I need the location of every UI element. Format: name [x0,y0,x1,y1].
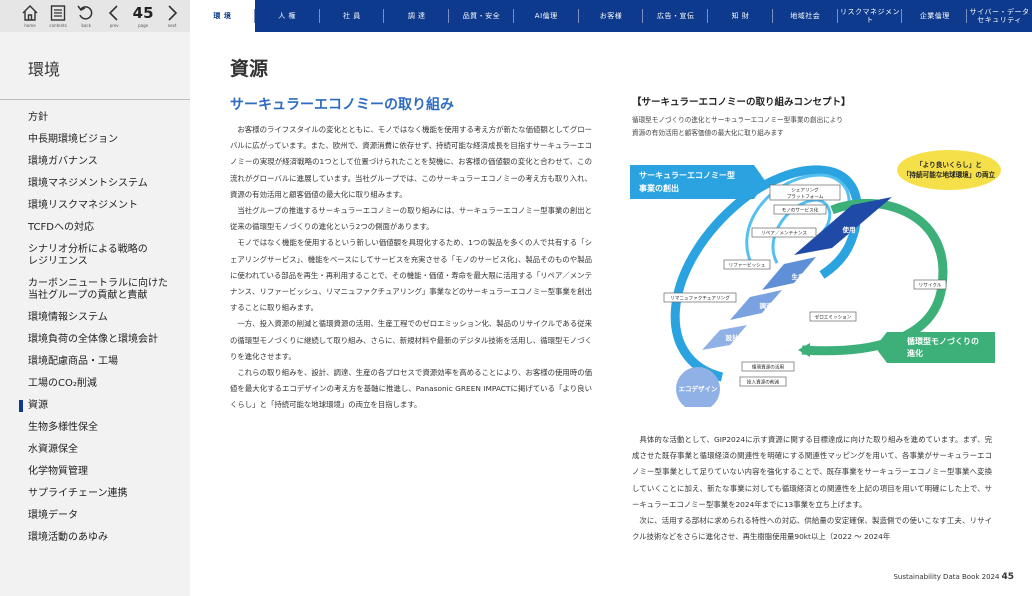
tab-6[interactable]: お客様 [579,0,644,32]
tab-3[interactable]: 調 達 [384,0,449,32]
home-button[interactable]: home [20,3,40,28]
sidebar-item[interactable]: 環境負荷の全体像と環境会計 [0,334,190,346]
footer-page: 45 [1001,572,1014,582]
tag-label: 投入資源の削減 [747,379,780,386]
sidebar-item[interactable]: サプライチェーン連携 [0,488,190,500]
sidebar-item[interactable]: 環境活動のあゆみ [0,532,190,544]
tab-12[interactable]: サイバー・データ セキュリティ [967,0,1032,32]
prev-button[interactable]: prev [104,3,124,28]
top-bar: home contents back prev 45 page next 環 境… [0,0,1032,32]
footer: Sustainability Data Book 2024 45 [893,572,1014,582]
sidebar-item[interactable]: 工場のCO₂削減 [0,378,190,390]
tab-10[interactable]: リスクマネジメント [838,0,903,32]
back-label: back [81,23,91,28]
sidebar-item[interactable]: TCFDへの対応 [0,222,190,234]
mfg-label-line1: 循環型モノづくりの [906,336,979,346]
mfg-label-line2: 進化 [907,348,923,358]
tab-9[interactable]: 地域社会 [773,0,838,32]
body-text-right: 具体的な活動として、GIP2024に示す資源に関する目標達成に向けた取り組みを進… [632,432,992,545]
back-icon [77,5,93,20]
both-bubble [897,150,1001,190]
tag-label: ゼロエミッション [815,314,852,321]
tag-label: リファービッシュ [729,262,766,269]
section-title: サーキュラーエコノミーの取り組み [230,97,454,113]
tab-11[interactable]: 企業倫理 [902,0,967,32]
sidebar-item[interactable]: 環境マネジメントシステム [0,178,190,190]
contents-button[interactable]: contents [48,3,68,28]
toolbar: home contents back prev 45 page next [0,0,190,32]
ce-label-line1: サーキュラーエコノミー型 [639,170,735,180]
page-title: 資源 [230,58,269,80]
next-label: next [167,23,177,28]
step-arrow-2 [730,290,782,320]
paragraph: モノではなく機能を使用するという新しい価値観を具現化するため、1つの製品を多くの… [230,238,592,313]
sidebar-title: 環境 [28,60,61,79]
paragraph: 次に、活用する部材に求められる特性への対応、供給量の安定確保、製造側での使いこな… [632,516,992,542]
sidebar-item[interactable]: 環境情報システム [0,312,190,324]
sidebar-item[interactable]: 環境データ [0,510,190,522]
sidebar-item[interactable]: 環境配慮商品・工場 [0,356,190,368]
tag-label: リペア／メンテナンス [761,231,807,237]
step-produce: 生産 [792,272,806,281]
next-button[interactable]: next [162,3,182,28]
tab-8[interactable]: 知 財 [708,0,773,32]
sidebar-list: 方針中長期環境ビジョン 環境ガバナンス 環境マネジメントシステム 環境リスクマネジメン… [0,100,190,544]
tag-label: モノのサービス化 [782,207,819,214]
chevron-left-icon [109,5,118,21]
body-text: お客様のライフスタイルの変化とともに、モノではなく機能を使用する考え方が新たな価… [230,122,592,414]
paragraph: 当社グループの推進するサーキュラーエコノミーの取り組みには、サーキュラーエコノミ… [230,206,592,232]
sidebar-item[interactable]: シナリオ分析による戦略の レジリエンス [0,244,190,268]
page-label: page [138,23,149,28]
sidebar-item[interactable]: 水資源保全 [0,444,190,456]
prev-label: prev [109,23,119,28]
category-tabs: 環 境人 権社 員調 達品質・安全 AI倫理 お客様 広告・宣伝知 財地域社会 リスクマ… [190,0,1032,32]
sidebar-item[interactable]: 化学物質管理 [0,466,190,478]
paragraph: これらの取り組みを、設計、調達、生産の各プロセスで資源効率を高めることにより、お… [230,368,592,410]
sidebar-item[interactable]: 資源 [0,400,190,412]
sidebar: 環境 方針中長期環境ビジョン 環境ガバナンス 環境マネジメントシステム 環境リスクマネ… [0,32,190,596]
contents-icon [50,5,66,21]
tag-label: シェアリング [791,187,819,194]
tab-0[interactable]: 環 境 [190,0,255,32]
tab-1[interactable]: 人 権 [255,0,320,32]
tag-label: リマニュファクチュアリング [670,295,730,302]
page-indicator: 45 page [132,3,154,28]
sidebar-item[interactable]: カーボンニュートラルに向けた 当社グループの貢献と責献 [0,278,190,302]
tag-label: プラットフォーム [787,194,824,200]
both-label-line2: 「持続可能な地球環境」の両立 [903,170,996,179]
tag-label: リサイクル [919,283,942,289]
footer-title: Sustainability Data Book 2024 [893,573,1000,581]
sidebar-item[interactable]: 生物多様性保全 [0,422,190,434]
step-arrow-1 [702,325,747,350]
concept-subtitle: 循環型モノづくりの進化とサーキュラーエコノミー型事業の創出により 資源の有効活用… [632,116,843,137]
back-button[interactable]: back [76,3,96,28]
paragraph: 一方、投入資源の削減と循環資源の活用、生産工程でのゼロエミッション化、製品のリサ… [230,319,592,361]
sidebar-item[interactable]: 方針 [0,112,190,124]
mfg-loop [801,198,948,356]
step-design: 設計 [726,333,740,342]
step-procure: 調達 [760,301,774,310]
tab-7[interactable]: 広告・宣伝 [643,0,708,32]
ce-label-line2: 事業の創出 [639,183,679,193]
step-use: 使用 [842,225,856,234]
contents-label: contents [49,23,67,28]
home-label: home [24,23,36,28]
tag-label: 循環資源の活用 [752,364,785,371]
step-ecodesign: エコデザイン [679,384,719,393]
chevron-right-icon [168,5,178,21]
circular-economy-diagram: サーキュラーエコノミー型 事業の創出 「より良いくらし」と 「持続可能な地球環境… [630,150,1001,407]
tab-2[interactable]: 社 員 [320,0,385,32]
paragraph: 具体的な活動として、GIP2024に示す資源に関する目標達成に向けた取り組みを進… [632,435,992,509]
both-label-line1: 「より良いくらし」と [916,160,982,169]
tab-4[interactable]: 品質・安全 [449,0,514,32]
page-number: 45 [132,4,154,22]
sidebar-item[interactable]: 中長期環境ビジョン [0,134,190,146]
home-icon [22,5,38,21]
sidebar-item[interactable]: 環境リスクマネジメント [0,200,190,212]
mfg-loop-arrowhead [798,343,810,357]
tab-5[interactable]: AI倫理 [514,0,579,32]
concept-title: 【サーキュラーエコノミーの取り組みコンセプト】 [632,97,851,108]
paragraph: お客様のライフスタイルの変化とともに、モノではなく機能を使用する考え方が新たな価… [230,125,592,199]
sidebar-item[interactable]: 環境ガバナンス [0,156,190,168]
